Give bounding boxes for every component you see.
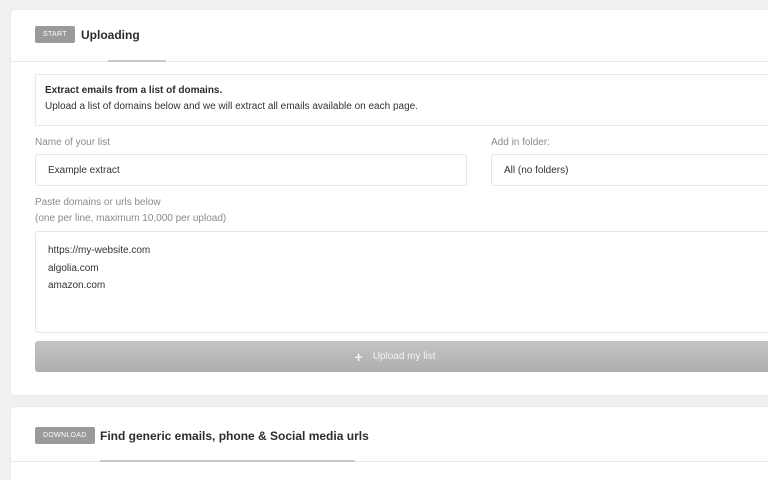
folder-label: Add in folder: [491,137,550,148]
plus-icon: + [354,348,363,365]
start-badge: START [35,26,75,43]
list-name-input[interactable]: Example extract [35,154,467,186]
download-title-underline [100,460,355,462]
info-text: Upload a list of domains below and we wi… [45,101,418,112]
download-card: DOWNLOAD Find generic emails, phone & So… [11,407,768,480]
upload-card-header: START Uploading [11,10,768,62]
paste-hint: (one per line, maximum 10,000 per upload… [35,213,227,224]
info-box: Extract emails from a list of domains. U… [35,74,768,126]
upload-title-underline [108,60,166,62]
download-title: Find generic emails, phone & Social medi… [100,429,369,443]
upload-list-button[interactable]: + Upload my list [35,341,768,372]
domain-line: amazon.com [48,280,106,291]
upload-title: Uploading [81,28,140,42]
download-badge: DOWNLOAD [35,427,95,444]
upload-card: START Uploading Extract emails from a li… [11,10,768,395]
paste-label: Paste domains or urls below [35,197,161,208]
list-name-value: Example extract [48,164,120,176]
upload-button-label: Upload my list [372,351,436,362]
download-card-header: DOWNLOAD Find generic emails, phone & So… [11,407,768,462]
domain-line: algolia.com [48,262,99,274]
list-name-label: Name of your list [35,137,111,148]
folder-select-value: All (no folders) [504,164,569,176]
info-title: Extract emails from a list of domains. [45,85,223,96]
domain-line: https://my-website.com [48,245,151,256]
folder-select[interactable]: All (no folders) [491,154,768,186]
domains-textarea[interactable]: https://my-website.com algolia.com amazo… [35,231,768,333]
